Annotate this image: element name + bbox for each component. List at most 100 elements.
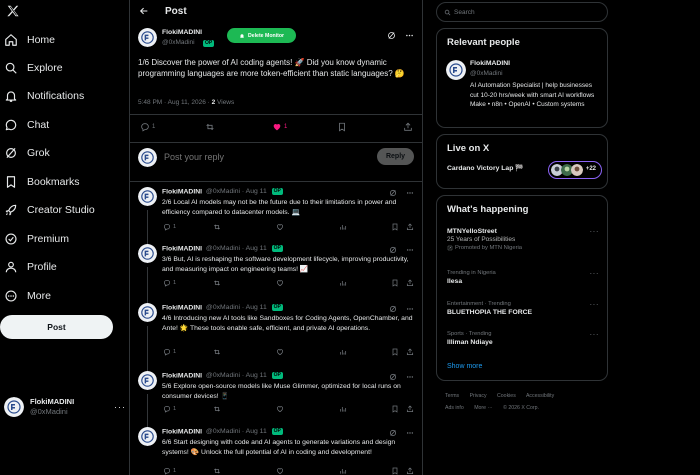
like-button[interactable]	[276, 348, 284, 356]
bookmark-button[interactable]	[391, 405, 399, 413]
share-button[interactable]	[406, 223, 414, 231]
search-bar[interactable]	[436, 2, 608, 22]
avatar[interactable]	[138, 28, 157, 47]
author-name[interactable]: FlokiMADINI	[162, 29, 202, 36]
avatar[interactable]	[138, 187, 157, 206]
reply-post[interactable]: FlokiMADINI @0xMadini · Aug 11 OP 3/6 Bu…	[130, 243, 422, 306]
bookmark-button[interactable]	[391, 223, 399, 231]
reply-post[interactable]: FlokiMADINI @0xMadini · Aug 11 OP 5/6 Ex…	[130, 370, 422, 430]
sidebar-item-chat[interactable]: Chat	[4, 114, 49, 136]
views-button[interactable]	[339, 223, 347, 231]
repost-button[interactable]	[213, 405, 221, 413]
reply-post[interactable]: FlokiMADINI @0xMadini · Aug 11 OP 4/6 In…	[130, 302, 422, 374]
bookmark-button[interactable]	[391, 348, 399, 356]
repost-button[interactable]	[205, 122, 215, 132]
footer-link-terms[interactable]: Terms	[445, 393, 459, 399]
views-button[interactable]	[339, 348, 347, 356]
reply-button[interactable]: 1	[163, 467, 176, 475]
sidebar-item-notifications[interactable]: Notifications	[4, 85, 84, 107]
author-handle[interactable]: @0xMadini	[162, 39, 195, 46]
bookmark-button[interactable]	[391, 467, 399, 475]
author-handle[interactable]: @0xMadini · Aug 11	[206, 372, 267, 379]
sidebar-item-premium[interactable]: Premium	[4, 228, 69, 250]
more-options-icon[interactable]	[406, 429, 414, 437]
more-options-icon[interactable]: ···	[590, 330, 600, 339]
grok-icon[interactable]	[389, 189, 397, 197]
like-button[interactable]	[276, 279, 284, 287]
views-button[interactable]	[339, 467, 347, 475]
sidebar-item-grok[interactable]: Grok	[4, 142, 50, 164]
reply-button[interactable]: 1	[163, 348, 176, 356]
more-options-icon[interactable]	[406, 305, 414, 313]
share-button[interactable]	[406, 348, 414, 356]
footer-link-cookies[interactable]: Cookies	[497, 393, 516, 399]
delete-monitor-button[interactable]: Delete Monitor	[227, 28, 296, 43]
post-button[interactable]: Post	[0, 315, 113, 339]
live-participants[interactable]: +22	[548, 161, 602, 179]
repost-button[interactable]	[213, 279, 221, 287]
trend-item[interactable]: MTNYelloStreet 25 Years of Possibilities…	[447, 227, 599, 252]
reply-button[interactable]: 1	[163, 279, 176, 287]
avatar[interactable]	[138, 371, 157, 390]
relevant-name[interactable]: FlokiMADINI	[470, 60, 510, 67]
author-name[interactable]: FlokiMADINI	[162, 188, 202, 195]
account-switcher[interactable]: FlokiMADINI @0xMadini ···	[4, 394, 126, 420]
more-options-icon[interactable]	[405, 31, 414, 40]
author-name[interactable]: FlokiMADINI	[162, 245, 202, 252]
x-logo-icon[interactable]	[6, 4, 20, 18]
views-button[interactable]	[339, 405, 347, 413]
sidebar-item-profile[interactable]: Profile	[4, 256, 57, 278]
author-handle[interactable]: @0xMadini · Aug 11	[206, 428, 267, 435]
more-options-icon[interactable]: ···	[590, 300, 600, 309]
like-button[interactable]	[276, 223, 284, 231]
grok-icon[interactable]	[387, 31, 396, 40]
author-handle[interactable]: @0xMadini · Aug 11	[206, 188, 267, 195]
more-options-icon[interactable]	[406, 246, 414, 254]
grok-icon[interactable]	[389, 373, 397, 381]
share-button[interactable]	[406, 279, 414, 287]
trend-item[interactable]: Trending in Nigeria Ilesa ···	[447, 269, 599, 286]
more-options-icon[interactable]: ···	[590, 227, 600, 236]
author-name[interactable]: FlokiMADINI	[162, 428, 202, 435]
sidebar-item-more[interactable]: More	[4, 285, 51, 307]
author-name[interactable]: FlokiMADINI	[162, 372, 202, 379]
share-button[interactable]	[406, 467, 414, 475]
reply-button[interactable]: 1	[140, 122, 155, 132]
relevant-handle[interactable]: @0xMadini	[470, 70, 503, 77]
post-timestamp[interactable]: 5:48 PM · Aug 11, 2026 ·	[138, 99, 212, 106]
sidebar-item-explore[interactable]: Explore	[4, 57, 63, 79]
sidebar-item-creator-studio[interactable]: Creator Studio	[4, 199, 95, 221]
grok-icon[interactable]	[389, 246, 397, 254]
share-button[interactable]	[406, 405, 414, 413]
back-arrow-icon[interactable]	[139, 6, 149, 16]
avatar[interactable]	[138, 427, 157, 446]
footer-link-more[interactable]: More ···	[474, 405, 492, 411]
reply-post[interactable]: FlokiMADINI @0xMadini · Aug 11 OP 6/6 St…	[130, 426, 422, 475]
trend-item[interactable]: Entertainment · Trending BLUETHOPIA THE …	[447, 300, 599, 317]
author-handle[interactable]: @0xMadini · Aug 11	[206, 304, 267, 311]
footer-link-privacy[interactable]: Privacy	[470, 393, 487, 399]
avatar[interactable]	[138, 303, 157, 322]
grok-icon[interactable]	[389, 429, 397, 437]
more-options-icon[interactable]	[406, 189, 414, 197]
views-button[interactable]	[339, 279, 347, 287]
repost-button[interactable]	[213, 348, 221, 356]
bookmark-button[interactable]	[337, 122, 347, 132]
avatar[interactable]	[446, 60, 466, 80]
reply-button[interactable]: 1	[163, 223, 176, 231]
reply-input[interactable]	[164, 152, 344, 162]
share-button[interactable]	[403, 122, 413, 132]
author-name[interactable]: FlokiMADINI	[162, 304, 202, 311]
author-handle[interactable]: @0xMadini · Aug 11	[206, 245, 267, 252]
avatar[interactable]	[138, 244, 157, 263]
footer-link-ads-info[interactable]: Ads info	[445, 405, 464, 411]
more-options-icon[interactable]: ···	[590, 269, 600, 278]
like-button[interactable]	[276, 405, 284, 413]
more-options-icon[interactable]	[406, 373, 414, 381]
search-input[interactable]	[454, 8, 594, 16]
live-item-title[interactable]: Cardano Victory Lap 🏁	[447, 164, 524, 172]
reply-submit-button[interactable]: Reply	[377, 148, 414, 165]
sidebar-item-home[interactable]: Home	[4, 29, 55, 51]
bookmark-button[interactable]	[391, 279, 399, 287]
grok-icon[interactable]	[389, 305, 397, 313]
